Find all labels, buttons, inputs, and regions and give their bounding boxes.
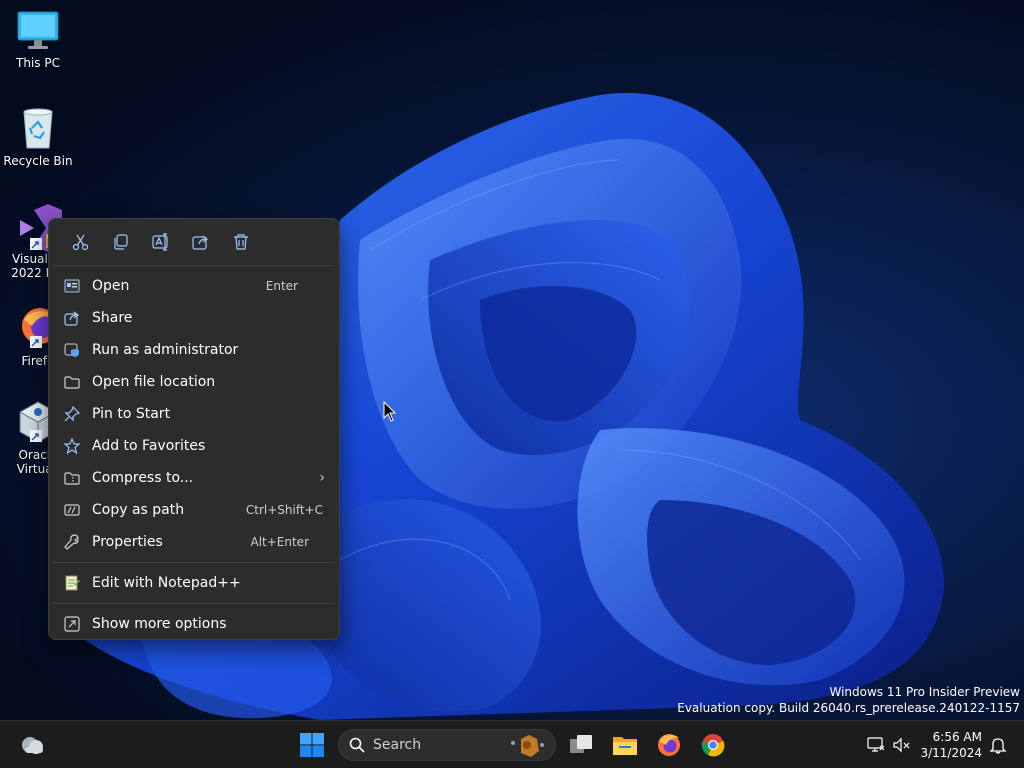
mouse-cursor-icon [383, 401, 397, 422]
menu-item-label: Add to Favorites [92, 438, 206, 454]
network-icon [867, 737, 885, 752]
watermark-line-1: Windows 11 Pro Insider Preview [829, 685, 1020, 699]
menu-item-label: Share [92, 310, 133, 326]
share-icon [192, 235, 208, 250]
taskbar: Search 6:56 AM 3/11/2024 [0, 720, 1024, 768]
menu-item-label: Copy as path [92, 502, 185, 518]
start-button[interactable] [296, 729, 328, 761]
zip-folder-icon [63, 469, 81, 487]
menu-item-edit-with-notepadpp[interactable]: Edit with Notepad++ [49, 567, 339, 599]
menu-item-pin-to-start[interactable]: Pin to Start [49, 398, 339, 430]
menu-item-add-to-favorites[interactable]: Add to Favorites [49, 430, 339, 462]
menu-item-shortcut: Alt+Enter [250, 535, 309, 549]
more-options-icon [63, 615, 81, 633]
clock-time: 6:56 AM [932, 730, 982, 744]
menu-item-shortcut: Ctrl+Shift+C [245, 503, 323, 517]
menu-item-label: Open [92, 278, 130, 294]
chrome-icon [701, 734, 725, 757]
star-icon [63, 437, 81, 455]
search-highlight-icon [511, 735, 544, 757]
menu-item-run-as-administrator[interactable]: Run as administrator [49, 334, 339, 366]
menu-item-copy-as-path[interactable]: Copy as path Ctrl+Shift+C [49, 494, 339, 526]
menu-item-share[interactable]: Share [49, 302, 339, 334]
desktop-icon-label: Recycle Bin [3, 154, 73, 168]
watermark-line-2: Evaluation copy. Build 26040.rs_prerelea… [677, 701, 1020, 715]
wrench-icon [63, 533, 81, 551]
firefox-icon [658, 734, 680, 756]
menu-item-label: Edit with Notepad++ [92, 575, 241, 591]
menu-item-label: Open file location [92, 374, 216, 390]
menu-item-label: Properties [92, 534, 163, 550]
delete-button[interactable] [221, 222, 261, 262]
notifications-button[interactable] [982, 729, 1014, 761]
cut-button[interactable] [61, 222, 101, 262]
more-items: Show more options [49, 604, 339, 644]
notepadpp-icon [63, 574, 81, 592]
volume-muted-icon [893, 737, 910, 753]
menu-item-compress-to[interactable]: Compress to... › [49, 462, 339, 494]
task-view-icon [570, 735, 592, 753]
rename-button[interactable] [141, 222, 181, 262]
menu-item-label: Pin to Start [92, 406, 171, 422]
menu-item-shortcut: Enter [265, 279, 298, 293]
rename-icon [152, 233, 168, 251]
clock-date: 3/11/2024 [920, 746, 982, 760]
desktop[interactable]: This PC Recycle Bin PR Visual St 2022 Pr… [0, 0, 1024, 768]
share-icon [63, 309, 81, 327]
open-app-icon [63, 277, 81, 295]
pin-icon [63, 405, 81, 423]
context-menu: Open Enter Share Run as administrator Op… [48, 218, 340, 640]
menu-item-open[interactable]: Open Enter [49, 270, 339, 302]
main-items: Open Enter Share Run as administrator Op… [49, 266, 339, 558]
scissors-icon [72, 234, 89, 251]
context-menu-toolbar [49, 219, 339, 265]
weather-cloud-icon [22, 737, 43, 754]
taskbar-clock[interactable]: 6:56 AM 3/11/2024 [920, 729, 982, 761]
desktop-icon-this-pc[interactable]: This PC [0, 8, 76, 70]
monitor-icon [16, 8, 60, 52]
menu-item-label: Run as administrator [92, 342, 239, 358]
menu-item-show-more-options[interactable]: Show more options [49, 608, 339, 640]
shield-icon [63, 341, 81, 359]
menu-item-label: Show more options [92, 616, 227, 632]
weather-widget-button[interactable] [16, 729, 48, 761]
bell-icon [989, 738, 1007, 754]
taskbar-search-box[interactable]: Search [338, 729, 556, 761]
chevron-right-icon: › [319, 470, 325, 486]
copy-button[interactable] [101, 222, 141, 262]
extra-items: Edit with Notepad++ [49, 563, 339, 603]
evaluation-watermark: Windows 11 Pro Insider Preview Evaluatio… [677, 684, 1020, 716]
menu-item-label: Compress to... [92, 470, 194, 486]
task-view-button[interactable] [565, 729, 597, 761]
path-icon [63, 501, 81, 519]
file-explorer-button[interactable] [609, 729, 641, 761]
desktop-icon-recycle-bin[interactable]: Recycle Bin [0, 106, 76, 168]
recycle-bin-icon [16, 106, 60, 150]
volume-tray-button[interactable] [886, 729, 918, 761]
search-icon [349, 737, 365, 753]
folder-icon [63, 373, 81, 391]
search-placeholder: Search [373, 737, 422, 753]
menu-item-properties[interactable]: Properties Alt+Enter [49, 526, 339, 558]
firefox-taskbar-button[interactable] [653, 729, 685, 761]
chrome-taskbar-button[interactable] [697, 729, 729, 761]
menu-item-open-file-location[interactable]: Open file location [49, 366, 339, 398]
copy-icon [114, 234, 128, 250]
file-explorer-icon [613, 737, 637, 755]
trash-icon [234, 234, 248, 250]
windows-start-icon [300, 733, 324, 757]
desktop-icon-label: This PC [16, 56, 60, 70]
share-toolbar-button[interactable] [181, 222, 221, 262]
